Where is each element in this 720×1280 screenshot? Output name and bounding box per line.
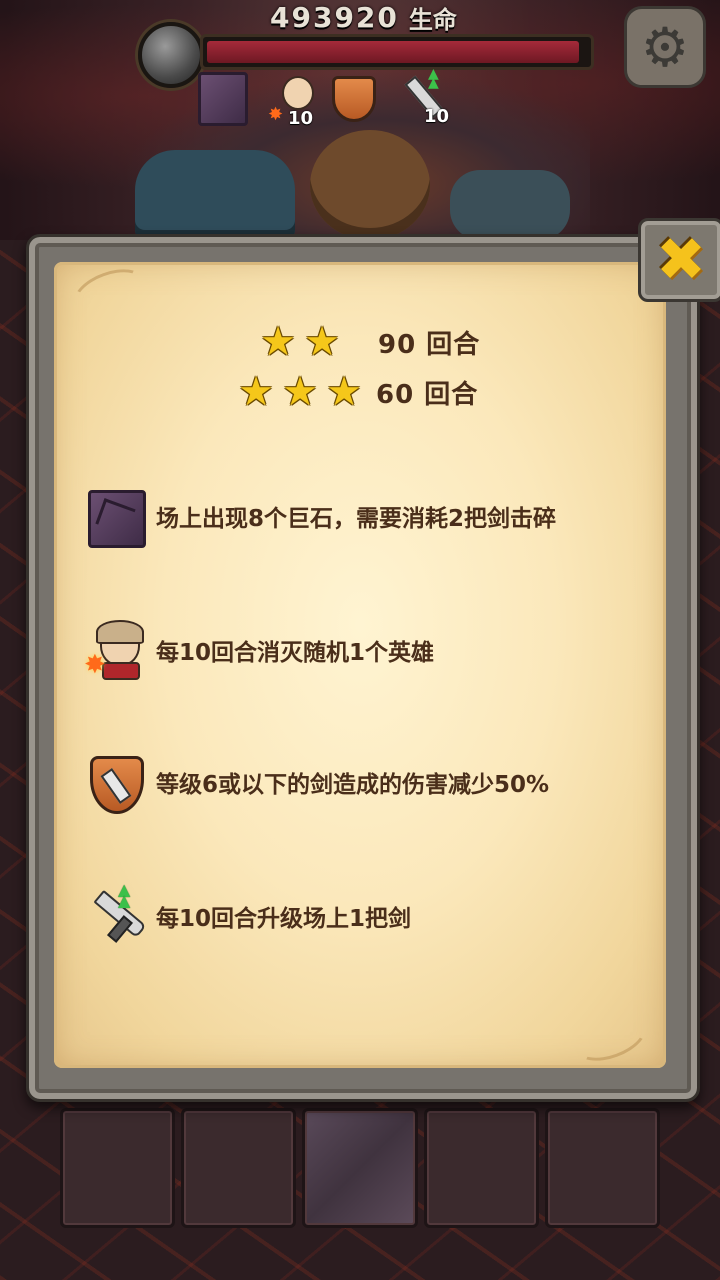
boulder-icon — [198, 72, 248, 126]
hero-kill-icon: ✸ — [84, 620, 144, 680]
sword-upgrade-icon: ▲ ▲ 10 — [400, 67, 460, 128]
rule-text: 场上出现8个巨石，需要消耗2把剑击碎 — [156, 506, 557, 532]
boss-head — [310, 130, 430, 240]
board-slot[interactable] — [181, 1108, 297, 1228]
boss-armor-left — [135, 150, 295, 240]
star-row-label: 90 回合 — [378, 329, 481, 360]
rule-item: ▲ ▲ 每10回合升级场上1把剑 — [84, 882, 412, 948]
star-icon: ★ — [304, 319, 340, 365]
gear-icon[interactable]: ⚙ — [624, 6, 706, 88]
star-group: ★ ★ ★ — [236, 372, 364, 412]
rule-item: 场上出现8个巨石，需要消耗2把剑击碎 — [84, 484, 556, 548]
close-button[interactable]: ✖ — [638, 218, 720, 302]
boss-armor-right — [450, 170, 570, 240]
star-row-label: 60 回合 — [376, 379, 479, 410]
hero-kill-icon: ✸ 10 — [266, 74, 322, 129]
star-icon: ★ — [282, 369, 318, 415]
board-slot[interactable] — [60, 1108, 176, 1228]
boss-hp-display: 493920 生命 — [270, 0, 457, 34]
boss-orb-icon — [138, 22, 204, 88]
rule-item: 等级6或以下的剑造成的伤害减少50% — [84, 750, 549, 814]
rule-text: 等级6或以下的剑造成的伤害减少50% — [156, 772, 550, 798]
star-icon: ★ — [238, 369, 274, 415]
boss-hp-value: 493920 — [270, 0, 399, 34]
sword-upgrade-icon: ▲ ▲ — [84, 882, 147, 946]
sword-upgrade-count: 10 — [424, 106, 450, 127]
star-icon: ★ — [326, 369, 362, 415]
board-slot[interactable] — [544, 1108, 661, 1228]
boulder-icon — [84, 486, 146, 548]
close-icon: ✖ — [655, 225, 707, 295]
board-row — [60, 1108, 661, 1228]
boss-ability-icons: ✸ 10 ▲ ▲ 10 — [196, 67, 496, 130]
rule-item: ✸ 每10回合消灭随机1个英雄 — [84, 618, 434, 682]
boss-hp-label: 生命 — [408, 5, 457, 34]
boss-hp-bar-fill — [207, 41, 580, 63]
star-icon: ★ — [260, 319, 296, 365]
star-row-three: ★ ★ ★ 60 回合 — [236, 372, 478, 412]
star-row-two: ★ ★ 90 回合 — [258, 322, 480, 362]
shield-icon — [84, 752, 144, 814]
rule-text: 每10回合升级场上1把剑 — [156, 906, 412, 932]
board-slot[interactable] — [423, 1108, 539, 1228]
board-slot-boulder[interactable] — [302, 1108, 418, 1228]
rule-text: 每10回合消灭随机1个英雄 — [156, 640, 435, 666]
hero-kill-count: 10 — [288, 108, 314, 129]
shield-icon — [332, 76, 376, 122]
star-group: ★ ★ — [258, 322, 342, 362]
boss-hp-bar — [200, 34, 594, 70]
